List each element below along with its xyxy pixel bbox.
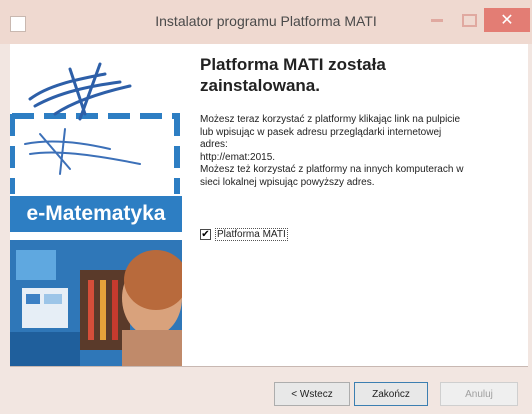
platform-checkbox-row[interactable]: ✔ Platforma MATI	[200, 228, 288, 241]
description-text: Możesz teraz korzystać z platformy klika…	[200, 114, 464, 188]
wizard-content: e-Matematyka Platforma MATI została zain…	[10, 44, 528, 366]
cancel-button[interactable]: Anuluj	[440, 382, 518, 406]
back-button[interactable]: < Wstecz	[274, 382, 350, 406]
close-icon: ✕	[500, 12, 514, 29]
installer-window: Instalator programu Platforma MATI ✕ e-M…	[0, 0, 532, 414]
platform-checkbox[interactable]: ✔	[200, 229, 211, 240]
footer-divider	[10, 366, 528, 367]
close-button[interactable]: ✕	[484, 8, 530, 32]
banner-photo	[10, 240, 182, 366]
main-panel: Platforma MATI została zainstalowana. Mo…	[186, 44, 522, 366]
checkmark-icon: ✔	[201, 228, 210, 240]
brand-bar: e-Matematyka	[10, 196, 182, 232]
finish-button[interactable]: Zakończ	[354, 382, 428, 406]
brand-name: e-Matematyka	[26, 202, 166, 225]
minimize-button[interactable]	[420, 8, 454, 32]
side-banner: e-Matematyka	[10, 44, 182, 366]
maximize-icon	[461, 13, 477, 27]
platform-checkbox-label[interactable]: Platforma MATI	[215, 228, 288, 241]
page-title: Platforma MATI została zainstalowana.	[200, 55, 386, 95]
title-bar[interactable]: Instalator programu Platforma MATI ✕	[0, 0, 532, 44]
minimize-icon	[431, 18, 443, 22]
maximize-button[interactable]	[458, 8, 480, 32]
